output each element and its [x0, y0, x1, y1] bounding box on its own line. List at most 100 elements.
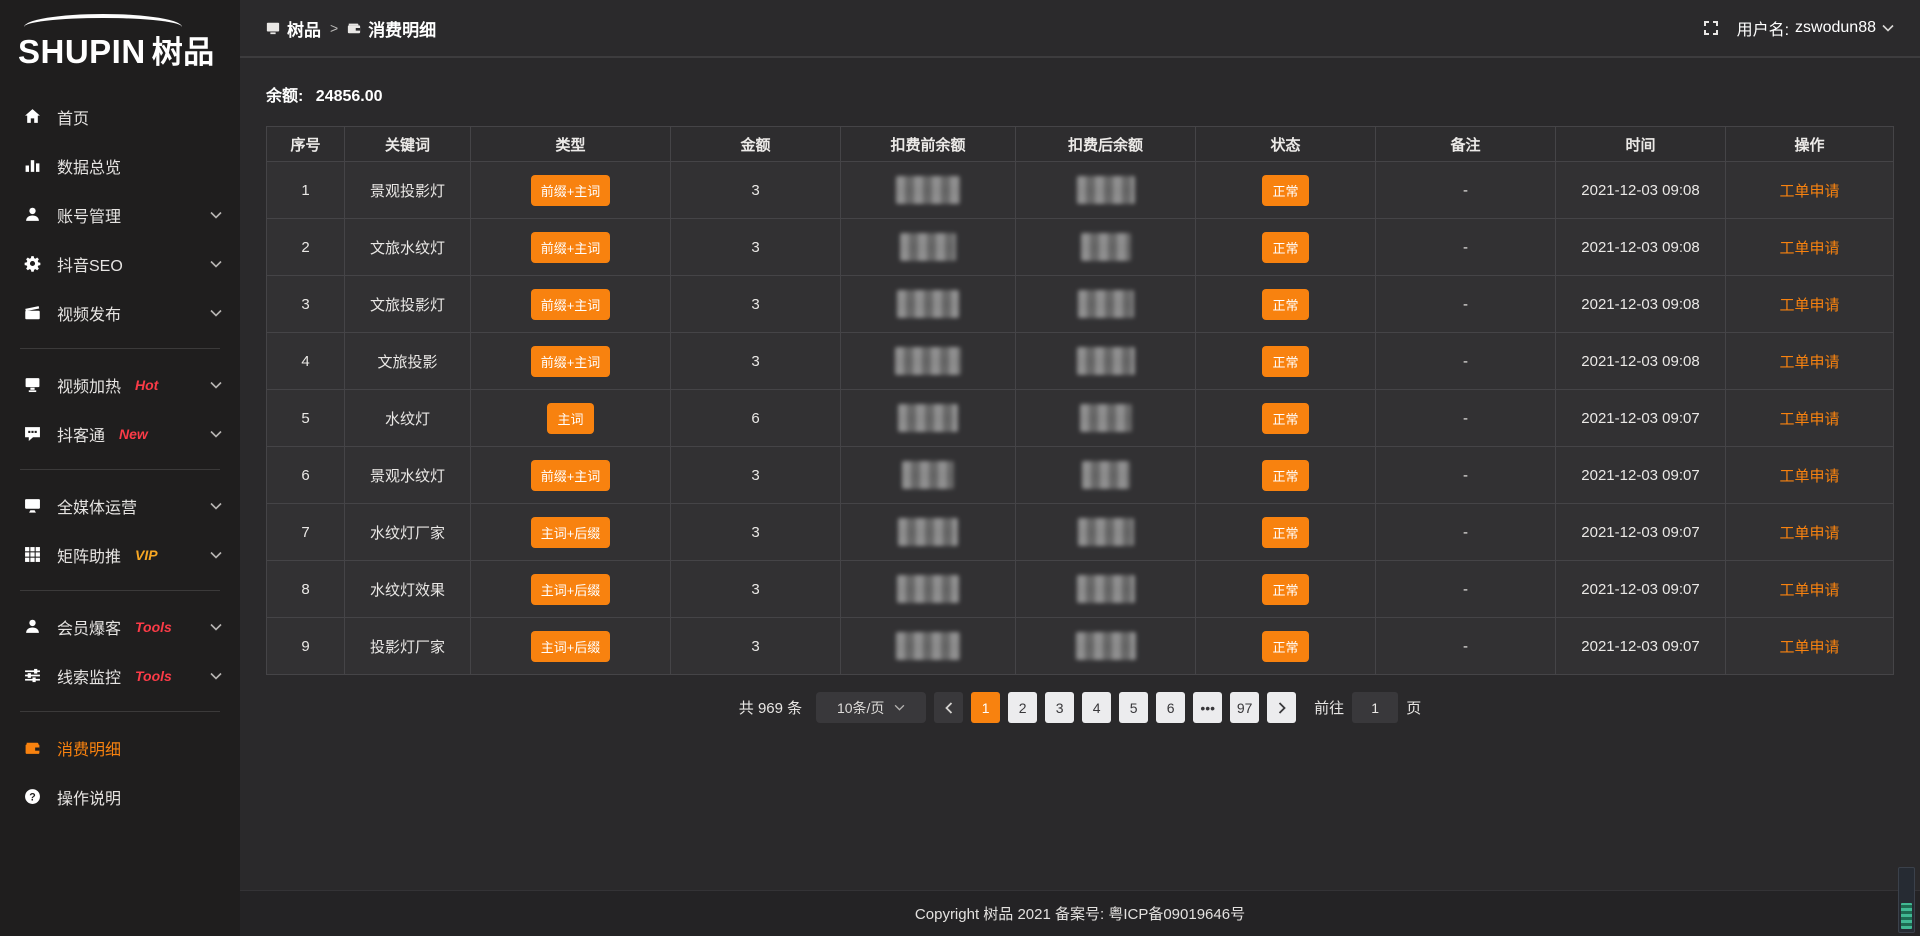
column-header: 备注	[1376, 127, 1556, 162]
chevron-down-icon	[1882, 24, 1894, 32]
sidebar-item-chat[interactable]: 抖客通New	[0, 409, 240, 458]
app-icon	[266, 21, 280, 35]
cell-balance-before	[841, 561, 1016, 618]
cell-keyword: 文旅水纹灯	[345, 219, 471, 276]
cell-balance-before	[841, 276, 1016, 333]
sidebar-item-home[interactable]: 首页	[0, 92, 240, 141]
redacted-balance-before	[897, 290, 959, 318]
topbar-right: 用户名: zswodun88	[1703, 16, 1894, 40]
column-header: 扣费前余额	[841, 127, 1016, 162]
chevron-right-icon	[1278, 702, 1286, 714]
cell-remark: -	[1376, 390, 1556, 447]
sidebar-item-label: 会员爆客	[57, 615, 121, 639]
ticket-apply-link[interactable]: 工单申请	[1779, 183, 1839, 200]
sidebar-item-sliders[interactable]: 线索监控Tools	[0, 651, 240, 700]
ticket-apply-link[interactable]: 工单申请	[1779, 297, 1839, 314]
ticket-apply-link[interactable]: 工单申请	[1779, 525, 1839, 542]
ticket-apply-link[interactable]: 工单申请	[1779, 639, 1839, 656]
cell-type: 前缀+主词	[471, 447, 671, 504]
cell-index: 4	[267, 333, 345, 390]
wallet-icon	[347, 21, 361, 35]
sidebar-item-wallet[interactable]: 消费明细	[0, 723, 240, 772]
page-button-1[interactable]: 1	[971, 692, 1000, 723]
cell-status: 正常	[1196, 162, 1376, 219]
redacted-balance-before	[898, 404, 958, 432]
cell-status: 正常	[1196, 333, 1376, 390]
cell-status: 正常	[1196, 276, 1376, 333]
sidebar-item-label: 消费明细	[57, 736, 121, 760]
sidebar-item-user[interactable]: 账号管理	[0, 190, 240, 239]
sidebar-item-member[interactable]: 会员爆客Tools	[0, 602, 240, 651]
gear-icon	[24, 255, 42, 273]
cell-remark: -	[1376, 333, 1556, 390]
app-root: SHUPIN树品 首页数据总览账号管理抖音SEO视频发布视频加热Hot抖客通Ne…	[0, 0, 1920, 936]
sidebar-divider	[20, 711, 220, 712]
prev-page-button[interactable]	[934, 692, 963, 723]
goto-page-input[interactable]	[1352, 692, 1398, 723]
sidebar-item-monitor[interactable]: 全媒体运营	[0, 481, 240, 530]
sidebar-item-label: 数据总览	[57, 154, 121, 178]
sidebar-item-label: 线索监控	[57, 664, 121, 688]
sidebar-item-label: 视频发布	[57, 301, 121, 325]
page-ellipsis-button[interactable]: •••	[1193, 692, 1222, 723]
cell-time: 2021-12-03 09:07	[1556, 447, 1726, 504]
cell-amount: 3	[671, 219, 841, 276]
ticket-apply-link[interactable]: 工单申请	[1779, 354, 1839, 371]
sidebar-item-gear[interactable]: 抖音SEO	[0, 239, 240, 288]
ticket-apply-link[interactable]: 工单申请	[1779, 582, 1839, 599]
next-page-button[interactable]	[1267, 692, 1296, 723]
sidebar-item-chart[interactable]: 数据总览	[0, 141, 240, 190]
type-badge: 前缀+主词	[531, 460, 611, 491]
sidebar-item-badge: Hot	[135, 377, 158, 393]
cell-action: 工单申请	[1726, 504, 1894, 561]
ticket-apply-link[interactable]: 工单申请	[1779, 240, 1839, 257]
chevron-down-icon	[210, 430, 222, 438]
page-button-2[interactable]: 2	[1008, 692, 1037, 723]
cell-time: 2021-12-03 09:07	[1556, 390, 1726, 447]
cell-balance-after	[1016, 219, 1196, 276]
sidebar-item-heat[interactable]: 视频加热Hot	[0, 360, 240, 409]
cell-amount: 6	[671, 390, 841, 447]
breadcrumb-item-current[interactable]: 消费明细	[347, 16, 436, 41]
cell-balance-before	[841, 219, 1016, 276]
page-button-6[interactable]: 6	[1156, 692, 1185, 723]
ticket-apply-link[interactable]: 工单申请	[1779, 411, 1839, 428]
cell-balance-after	[1016, 447, 1196, 504]
consumption-table: 序号关键词类型金额扣费前余额扣费后余额状态备注时间操作 1景观投影灯前缀+主词3…	[266, 126, 1894, 675]
cell-type: 前缀+主词	[471, 276, 671, 333]
breadcrumb-item-home[interactable]: 树品	[266, 16, 321, 41]
sidebar-item-question[interactable]: ?操作说明	[0, 772, 240, 821]
page-button-4[interactable]: 4	[1082, 692, 1111, 723]
table-row: 6景观水纹灯前缀+主词3正常-2021-12-03 09:07工单申请	[267, 447, 1894, 504]
user-menu[interactable]: 用户名: zswodun88	[1737, 16, 1894, 40]
cell-balance-after	[1016, 333, 1196, 390]
page-size-select[interactable]: 10条/页	[816, 692, 926, 723]
cell-balance-after	[1016, 504, 1196, 561]
page-button-97[interactable]: 97	[1230, 692, 1259, 723]
scrollbar-thumb[interactable]	[1901, 903, 1912, 929]
cell-action: 工单申请	[1726, 447, 1894, 504]
redacted-balance-after	[1077, 575, 1135, 603]
redacted-balance-after	[1076, 632, 1136, 660]
table-head: 序号关键词类型金额扣费前余额扣费后余额状态备注时间操作	[267, 127, 1894, 162]
sidebar-item-video[interactable]: 视频发布	[0, 288, 240, 337]
page-button-5[interactable]: 5	[1119, 692, 1148, 723]
page-button-3[interactable]: 3	[1045, 692, 1074, 723]
sidebar-divider	[20, 469, 220, 470]
table-header-row: 序号关键词类型金额扣费前余额扣费后余额状态备注时间操作	[267, 127, 1894, 162]
cell-status: 正常	[1196, 219, 1376, 276]
pagination-total: 共 969 条	[739, 697, 802, 718]
status-badge: 正常	[1262, 289, 1308, 320]
type-badge: 前缀+主词	[531, 175, 611, 206]
ticket-apply-link[interactable]: 工单申请	[1779, 468, 1839, 485]
cell-time: 2021-12-03 09:07	[1556, 618, 1726, 675]
cell-remark: -	[1376, 162, 1556, 219]
cell-action: 工单申请	[1726, 219, 1894, 276]
fullscreen-icon[interactable]	[1703, 20, 1719, 36]
chat-icon	[24, 425, 42, 443]
cell-keyword: 水纹灯	[345, 390, 471, 447]
page-buttons: 123456 ••• 97	[971, 692, 1259, 723]
sidebar-item-grid[interactable]: 矩阵助推VIP	[0, 530, 240, 579]
cell-keyword: 景观投影灯	[345, 162, 471, 219]
scrollbar[interactable]	[1898, 867, 1915, 933]
